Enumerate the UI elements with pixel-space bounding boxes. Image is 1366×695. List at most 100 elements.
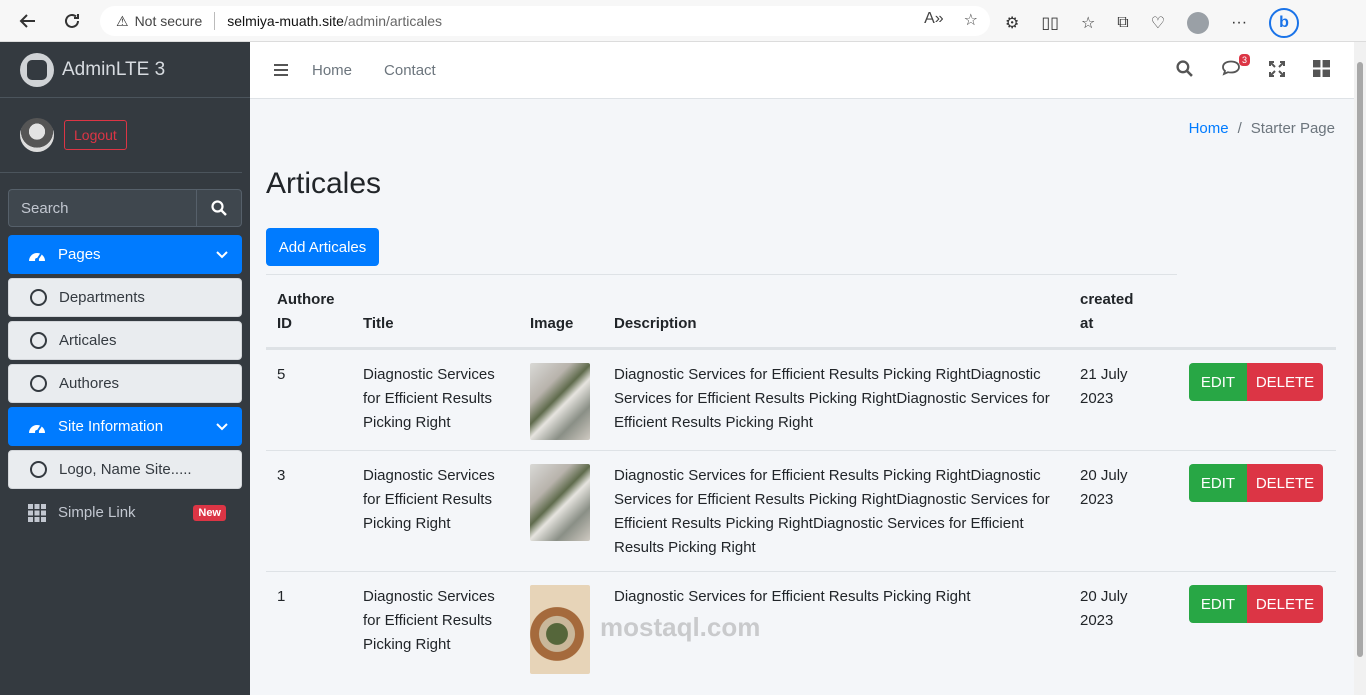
address-bar[interactable]: ⚠ Not secure selmiya-muath.site/admin/ar… [100,6,990,36]
bing-icon[interactable]: b [1269,8,1300,38]
user-panel: Logout [0,98,242,173]
table-header: Authore ID Title Image Description creat… [266,274,1177,348]
messages-button[interactable]: 3 [1221,54,1250,82]
control-sidebar-grid-icon[interactable] [1313,60,1330,82]
circle-icon [27,287,49,309]
article-thumbnail [530,585,590,674]
sidebar-item-label: Pages [58,246,101,263]
user-avatar[interactable] [20,118,54,152]
sidebar-search: Search [8,189,242,227]
sidebar-item-label: Logo, Name Site..... [59,461,192,478]
cell-author-id: 1 [277,588,286,605]
delete-button[interactable]: DELETE [1247,464,1323,502]
edit-button[interactable]: EDIT [1189,464,1247,502]
more-menu-icon[interactable]: ··· [1231,14,1247,32]
edit-button[interactable]: EDIT [1189,585,1247,623]
delete-button[interactable]: DELETE [1247,585,1323,623]
cell-title: Diagnostic Services for Efficient Result… [363,588,495,653]
sidebar-item-departments[interactable]: Departments [8,278,242,317]
breadcrumb: Home / Starter Page [1189,120,1335,137]
delete-button[interactable]: DELETE [1247,363,1323,401]
sidebar-item-simple-link[interactable]: Simple Link New [8,493,242,532]
search-icon[interactable] [1176,60,1193,82]
header-text: created [1080,291,1134,308]
extensions-icon[interactable]: ⚙ [1005,13,1019,33]
chevron-down-icon [216,419,228,436]
breadcrumb-separator: / [1237,120,1242,137]
fullscreen-expand-icon[interactable] [1269,60,1285,82]
circle-icon [27,459,49,481]
sidebar-item-label: Simple Link [58,504,136,521]
sidebar-item-logo-name-site[interactable]: Logo, Name Site..... [8,450,242,489]
collections-icon[interactable]: ⧉ [1117,14,1128,32]
nav-link-contact[interactable]: Contact [384,62,436,79]
health-icon[interactable]: ♡ [1151,13,1165,33]
article-thumbnail [530,363,590,440]
refresh-icon[interactable] [54,3,90,39]
created-date: 21 July [1080,366,1128,383]
table-row: 3 Diagnostic Services for Efficient Resu… [266,450,1336,571]
page-scrollbar[interactable] [1354,42,1366,695]
header-author-id: Authore ID [277,288,335,336]
new-badge: New [193,505,226,521]
cell-created-at: 20 July 2023 [1080,585,1128,633]
logout-button[interactable]: Logout [64,120,127,150]
url-path: /admin/articales [343,13,443,29]
split-screen-icon[interactable]: ▯▯ [1041,13,1059,33]
sidebar-item-label: Site Information [58,418,164,435]
header-text: ID [277,315,292,332]
favorite-star-icon[interactable]: ☆ [964,10,978,30]
read-aloud-icon[interactable]: A» [924,10,944,30]
circle-icon [27,330,49,352]
grid-icon [26,502,48,524]
sidebar-item-authores[interactable]: Authores [8,364,242,403]
article-thumbnail [530,464,590,541]
created-year: 2023 [1080,390,1114,407]
watermark-text: mostaql.com [600,612,761,642]
header-created-at: created at [1080,288,1133,336]
content-wrapper: Home / Starter Page Articales Add Articale… [250,99,1354,695]
cell-title: Diagnostic Services for Efficient Result… [363,467,495,532]
profile-avatar-icon[interactable] [1187,12,1210,34]
dashboard-gauge-icon [26,244,48,266]
cell-created-at: 21 July 2023 [1080,363,1128,411]
header-description: Description [614,315,697,332]
sidebar-item-articales[interactable]: Articales [8,321,242,360]
sidebar-item-label: Articales [59,332,117,349]
articles-table: Authore ID Title Image Description creat… [266,274,1336,685]
table-row: 1 Diagnostic Services for Efficient Resu… [266,571,1336,685]
favorites-icon[interactable]: ☆ [1081,13,1095,33]
sidebar-search-button[interactable] [196,189,242,227]
scrollbar-thumb[interactable] [1357,62,1363,657]
created-date: 20 July [1080,467,1128,484]
cell-description: Diagnostic Services for Efficient Result… [614,467,1050,556]
edit-button[interactable]: EDIT [1189,363,1247,401]
created-year: 2023 [1080,612,1114,629]
warning-icon: ⚠ [116,12,129,29]
search-icon [211,200,227,216]
cell-description: Diagnostic Services for Efficient Result… [614,588,971,605]
back-arrow-icon[interactable] [10,3,46,39]
hamburger-menu-icon[interactable] [274,64,288,76]
nav-link-home[interactable]: Home [312,62,352,79]
sidebar-search-input[interactable]: Search [8,189,196,227]
messages-badge: 3 [1238,54,1250,66]
top-navbar: Home Contact 3 [250,42,1354,99]
circle-icon [27,373,49,395]
brand-link[interactable]: AdminLTE 3 [0,42,250,98]
url-host: selmiya-muath.site [227,13,344,29]
sidebar-item-pages[interactable]: Pages [8,235,242,274]
breadcrumb-home-link[interactable]: Home [1189,120,1229,137]
sidebar-nav: Pages Departments Articales Authores Sit… [0,235,250,532]
brand-text: AdminLTE 3 [62,58,166,80]
add-articales-button[interactable]: Add Articales [266,228,379,266]
cell-created-at: 20 July 2023 [1080,464,1128,512]
created-date: 20 July [1080,588,1128,605]
sidebar-item-label: Departments [59,289,145,306]
cell-description: Diagnostic Services for Efficient Result… [614,366,1050,431]
browser-toolbar: ⚠ Not secure selmiya-muath.site/admin/ar… [0,0,1366,42]
sidebar-item-site-information[interactable]: Site Information [8,407,242,446]
dashboard-gauge-icon [26,416,48,438]
address-separator [214,12,216,30]
header-image: Image [530,315,574,332]
